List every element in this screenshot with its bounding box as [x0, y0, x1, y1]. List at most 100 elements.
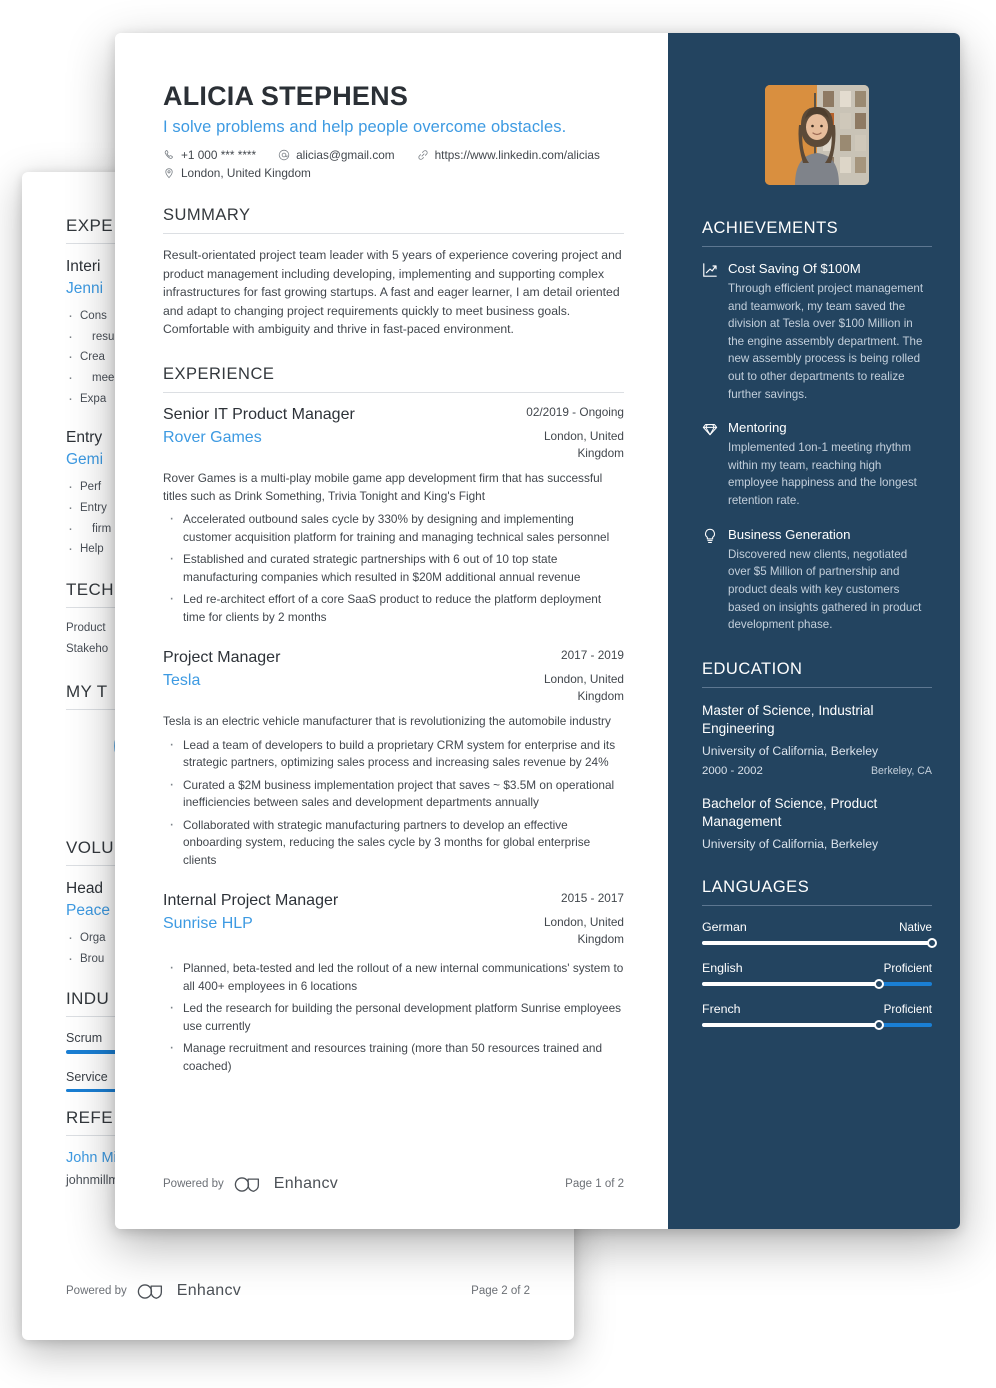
slider-knob[interactable] [874, 979, 885, 990]
enhancv-logo-icon [234, 1176, 259, 1192]
achievement-body: Cost Saving Of $100M Through efficient p… [728, 261, 932, 403]
education-meta: 2000 - 2002 Berkeley, CA [702, 765, 932, 777]
achievement-icon-wrap [702, 420, 719, 509]
resume-page-1[interactable]: ALICIA STEPHENS I solve problems and hel… [115, 33, 960, 1229]
language-level: Proficient [883, 1003, 932, 1017]
achievement-item: Business Generation Discovered new clien… [702, 527, 932, 634]
avatar [765, 85, 869, 185]
job-date: 02/2019 - Ongoing [526, 404, 624, 419]
sidebar-column: ACHIEVEMENTS Cost Saving Of $100M Throug… [668, 33, 960, 1229]
slider-knob[interactable] [927, 938, 937, 949]
achievement-title: Mentoring [728, 420, 787, 436]
experience-entry-identity: Project Manager Tesla [163, 648, 506, 690]
experience-entry-header: Senior IT Product Manager Rover Games 02… [163, 405, 624, 462]
language-name: English [702, 961, 743, 976]
education-school: University of California, Berkeley [702, 744, 879, 759]
experience-heading: EXPERIENCE [163, 365, 624, 393]
language-slider[interactable] [702, 979, 932, 990]
job-company[interactable]: Sunrise HLP [163, 915, 492, 933]
enhancv-brand-label: Enhancv [176, 1282, 242, 1299]
job-title: Internal Project Manager [163, 892, 339, 910]
job-bullet-list: Lead a team of developers to build a pro… [163, 733, 624, 869]
job-bullet: Planned, beta-tested and led the rollout… [163, 956, 624, 995]
powered-by-group: Powered by Enhancv [66, 1282, 241, 1300]
languages-section: LANGUAGES German Native English Proficie… [702, 878, 937, 1031]
main-column: ALICIA STEPHENS I solve problems and hel… [115, 33, 668, 1229]
contact-linkedin[interactable]: https://www.linkedin.com/alicias [417, 148, 600, 162]
lightbulb-icon [705, 528, 715, 543]
language-name: German [702, 920, 747, 935]
language-item: English Proficient [702, 961, 932, 990]
slider-fill [702, 941, 932, 946]
language-slider[interactable] [702, 1020, 932, 1031]
page-title: ALICIA STEPHENS [163, 81, 409, 111]
contact-email[interactable]: alicias@gmail.com [278, 148, 395, 162]
language-item: German Native [702, 920, 937, 949]
email-icon [278, 149, 290, 161]
enhancv-logo-icon [137, 1283, 162, 1299]
screenshot-stage: EXPE Interi Jenni Cons resu Crea mee Exp… [0, 0, 996, 1388]
job-company[interactable]: Tesla [163, 672, 492, 690]
contact-email-text: alicias@gmail.com [296, 148, 395, 162]
phone-icon [164, 150, 173, 159]
job-company[interactable]: Rover Games [163, 429, 492, 447]
experience-entry-meta: 02/2019 - Ongoing London, United Kingdom [506, 405, 624, 462]
job-description: Tesla is an electric vehicle manufacture… [163, 714, 611, 729]
experience-entry: Project Manager Tesla 2017 - 2019 London… [163, 648, 624, 869]
experience-section: EXPERIENCE Senior IT Product Manager Rov… [163, 365, 624, 1075]
language-item: French Proficient [702, 1002, 932, 1031]
language-row: English Proficient [702, 961, 932, 975]
job-bullet: Collaborated with strategic manufacturin… [163, 813, 624, 869]
achievement-icon-wrap [702, 527, 719, 634]
location-pin-icon [165, 168, 173, 179]
contact-phone[interactable]: +1 000 *** **** [163, 148, 256, 162]
profile-photo-image [765, 85, 869, 185]
education-date: 2000 - 2002 [702, 764, 763, 777]
summary-section: SUMMARY Result-orientated project team l… [163, 206, 624, 339]
experience-entry-meta: 2015 - 2017 London, United Kingdom [506, 891, 624, 948]
resume-header: ALICIA STEPHENS I solve problems and hel… [163, 81, 624, 180]
achievement-text: Through efficient project management and… [728, 282, 924, 401]
enhancv-brand-label: Enhancv [273, 1175, 339, 1192]
language-slider[interactable] [702, 938, 937, 949]
job-title: Project Manager [163, 649, 281, 667]
chart-line-icon [703, 263, 717, 277]
achievement-text: Discovered new clients, negotiated over … [728, 547, 922, 632]
achievement-body: Mentoring Implemented 1on-1 meeting rhyt… [728, 420, 932, 509]
language-level: Native [899, 921, 932, 935]
achievements-section: ACHIEVEMENTS Cost Saving Of $100M Throug… [702, 219, 932, 634]
job-location: London, United Kingdom [543, 915, 624, 947]
education-heading: EDUCATION [702, 660, 932, 688]
experience-entry-identity: Internal Project Manager Sunrise HLP [163, 891, 506, 933]
job-location: London, United Kingdom [543, 428, 624, 460]
education-entry: Bachelor of Science, Product Management … [702, 795, 932, 853]
contact-linkedin-text: https://www.linkedin.com/alicias [434, 148, 600, 162]
job-bullet: Manage recruitment and resources trainin… [163, 1036, 624, 1075]
education-location: Berkeley, CA [870, 764, 932, 777]
contact-location[interactable]: London, United Kingdom [163, 166, 624, 180]
achievement-text: Implemented 1on-1 meeting rhythm within … [728, 441, 917, 508]
language-row: German Native [702, 920, 932, 934]
education-degree: Bachelor of Science, Product Management [702, 795, 878, 829]
education-section: EDUCATION Master of Science, Industrial … [702, 660, 932, 853]
language-level: Proficient [883, 962, 932, 976]
languages-heading: LANGUAGES [702, 878, 932, 907]
education-degree: Master of Science, Industrial Engineerin… [702, 702, 874, 736]
slider-fill [702, 982, 880, 987]
achievements-heading: ACHIEVEMENTS [702, 219, 932, 247]
job-title: Senior IT Product Manager [163, 405, 355, 423]
job-bullet-list: Planned, beta-tested and led the rollout… [163, 956, 624, 1075]
job-bullet: Lead a team of developers to build a pro… [163, 733, 624, 772]
language-name: French [702, 1002, 741, 1017]
job-date: 2017 - 2019 [561, 648, 624, 663]
page-2-footer: Powered by Enhancv Page 2 of 2 [66, 1282, 530, 1300]
slider-knob[interactable] [874, 1020, 885, 1031]
job-bullet: Curated a $2M business implementation pr… [163, 773, 624, 812]
summary-heading: SUMMARY [163, 206, 624, 234]
headline-tagline: I solve problems and help people overcom… [163, 118, 567, 136]
education-school: University of California, Berkeley [702, 836, 879, 851]
page-number: Page 1 of 2 [565, 1178, 624, 1190]
job-bullet: Established and curated strategic partne… [163, 547, 624, 586]
experience-entry-meta: 2017 - 2019 London, United Kingdom [506, 648, 624, 705]
job-date: 2015 - 2017 [561, 891, 624, 906]
